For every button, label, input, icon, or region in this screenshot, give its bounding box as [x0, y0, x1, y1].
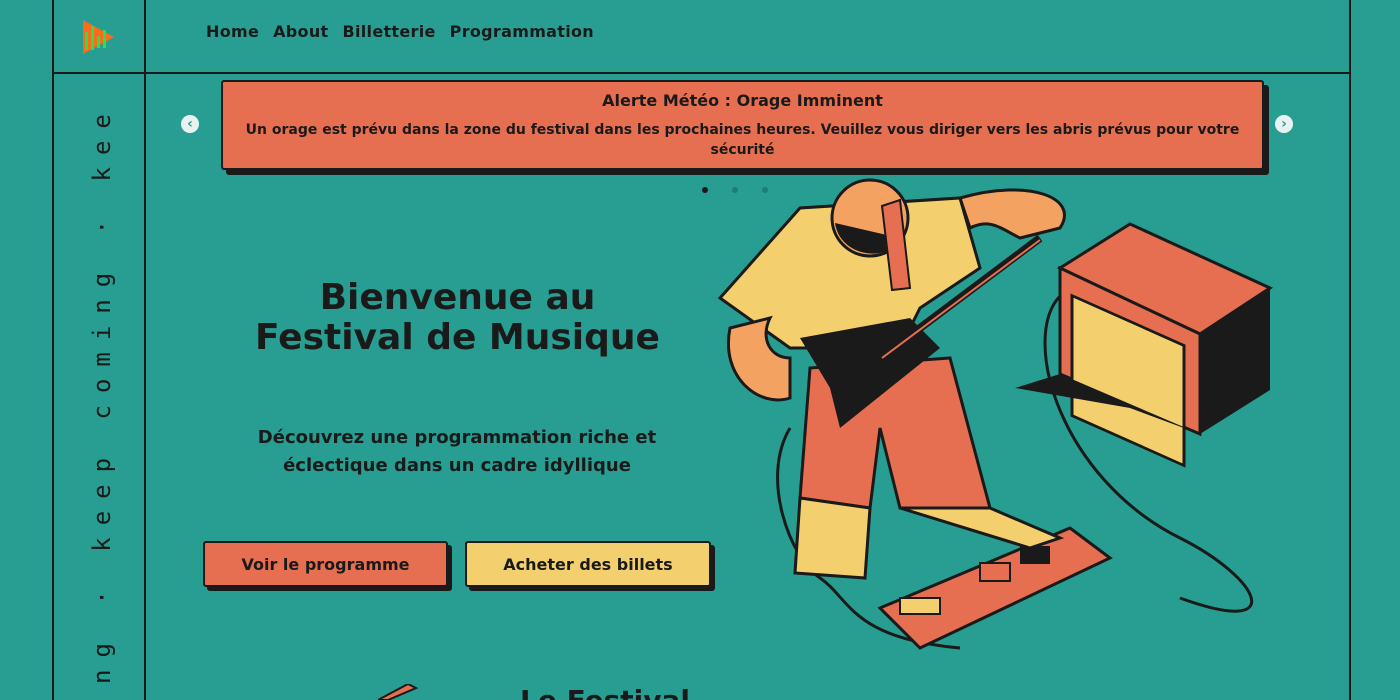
marquee-text: ng · keep coming · kee — [88, 102, 116, 684]
weather-alert-banner: Alerte Météo : Orage Imminent Un orage e… — [221, 80, 1264, 170]
section-decoration-icon — [378, 684, 419, 700]
view-program-button[interactable]: Voir le programme — [203, 541, 448, 587]
logo[interactable] — [52, 0, 146, 72]
guitarist-illustration — [717, 178, 1274, 650]
chevron-right-icon[interactable]: › — [1275, 115, 1293, 133]
sidebar-marquee: ng · keep coming · kee — [54, 74, 146, 700]
play-triangle-logo-icon — [83, 20, 114, 54]
chevron-left-icon[interactable]: ‹ — [181, 115, 199, 133]
main-nav: Home About Billetterie Programmation — [206, 22, 594, 41]
alert-title: Alerte Météo : Orage Imminent — [602, 91, 883, 110]
nav-programmation[interactable]: Programmation — [450, 22, 594, 41]
nav-home[interactable]: Home — [206, 22, 259, 41]
nav-about[interactable]: About — [273, 22, 328, 41]
section-title-festival: Le Festival — [520, 684, 690, 700]
alert-text: Un orage est prévu dans la zone du festi… — [245, 122, 1240, 158]
buy-tickets-button[interactable]: Acheter des billets — [465, 541, 711, 587]
nav-billetterie[interactable]: Billetterie — [342, 22, 435, 41]
hero-subtitle: Découvrez une programmation riche et écl… — [257, 427, 657, 476]
hero-title: Bienvenue au Festival de Musique — [255, 277, 660, 358]
